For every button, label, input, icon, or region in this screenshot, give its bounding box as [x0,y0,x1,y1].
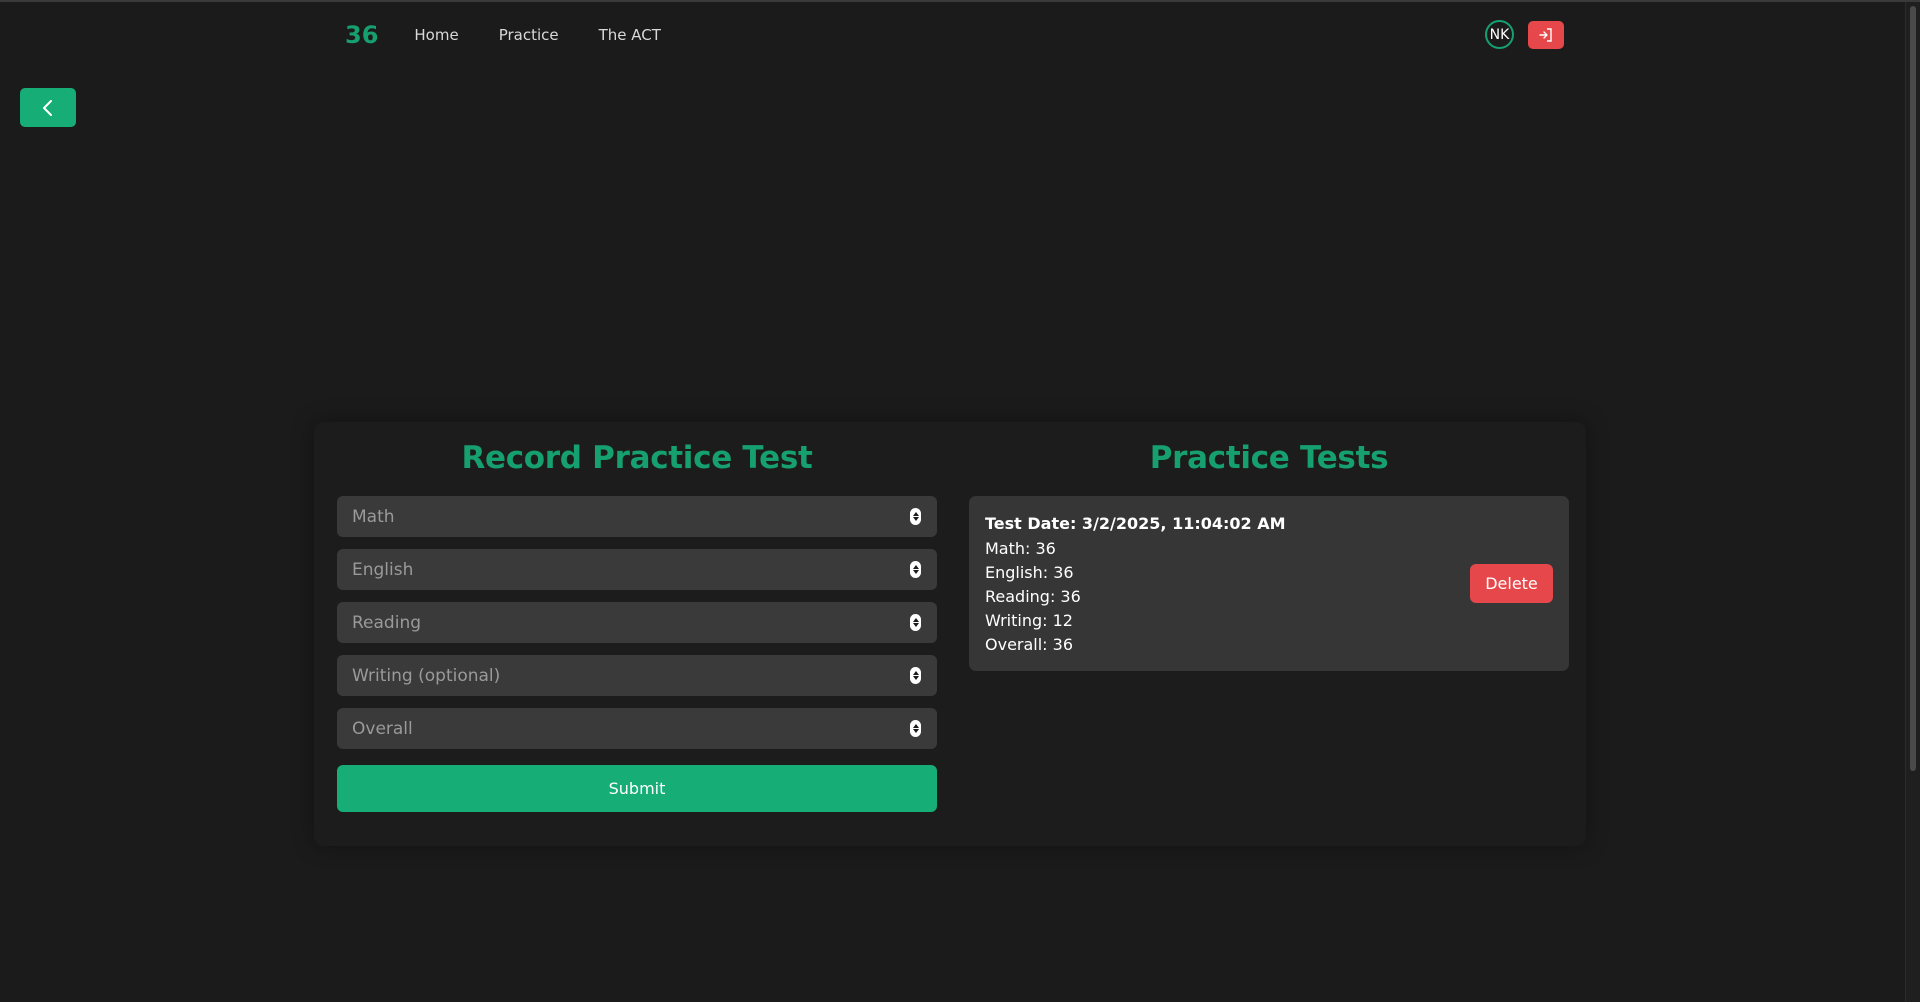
number-stepper-icon[interactable] [910,667,921,684]
scrollbar[interactable] [1905,2,1920,1002]
nav-actions: NK [1485,20,1564,49]
reading-field[interactable] [337,602,937,643]
back-button[interactable] [20,88,76,127]
number-stepper-icon[interactable] [910,508,921,525]
submit-button[interactable]: Submit [337,765,937,812]
nav-link-the-act[interactable]: The ACT [599,26,661,44]
writing-field[interactable] [337,655,937,696]
record-form-title: Record Practice Test [461,440,813,476]
avatar[interactable]: NK [1485,20,1514,49]
nav-link-practice[interactable]: Practice [499,26,559,44]
practice-tests-title: Practice Tests [1149,440,1389,476]
english-field[interactable] [337,549,937,590]
overall-field[interactable] [337,708,937,749]
number-stepper-icon[interactable] [910,720,921,737]
overall-input[interactable] [337,708,937,749]
number-stepper-icon[interactable] [910,614,921,631]
math-input[interactable] [337,496,937,537]
top-nav: 36 Home Practice The ACT NK [330,2,1570,68]
logout-button[interactable] [1528,20,1564,49]
writing-input[interactable] [337,655,937,696]
logo[interactable]: 36 [345,21,378,49]
delete-button[interactable]: Delete [1470,564,1553,603]
overall-score: Overall: 36 [985,635,1074,654]
scrollbar-thumb[interactable] [1910,6,1916,771]
writing-score: Writing: 12 [985,611,1073,630]
chevron-left-icon [43,99,52,116]
english-score: English: 36 [985,563,1074,582]
math-field[interactable] [337,496,937,537]
reading-score: Reading: 36 [985,587,1081,606]
reading-input[interactable] [337,602,937,643]
english-input[interactable] [337,549,937,590]
math-score: Math: 36 [985,539,1056,558]
test-date: Test Date: 3/2/2025, 11:04:02 AM [985,514,1286,533]
number-stepper-icon[interactable] [910,561,921,578]
nav-link-home[interactable]: Home [414,26,458,44]
page: 36 Home Practice The ACT NK Record Pract… [0,0,1920,1002]
logout-icon [1539,27,1552,42]
practice-test-card: Test Date: 3/2/2025, 11:04:02 AM Math: 3… [969,496,1569,671]
